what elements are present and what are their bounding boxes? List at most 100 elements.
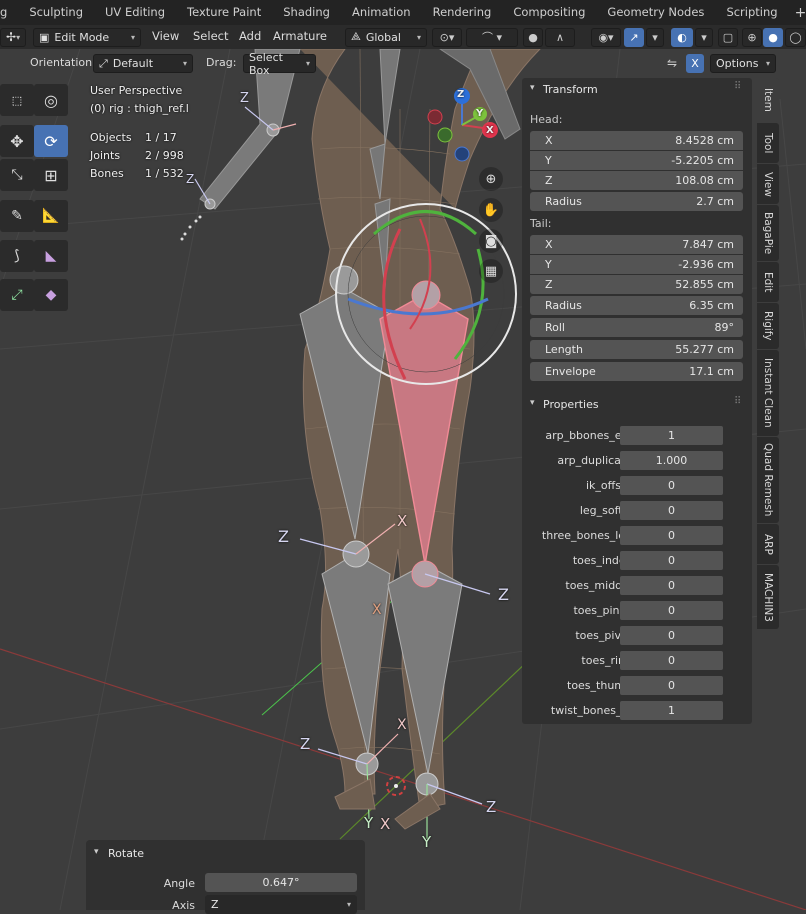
prop-value[interactable]: 0 [620,501,723,520]
menu-armature[interactable]: Armature [273,29,327,43]
prop-value[interactable]: 0 [620,676,723,695]
menu-select[interactable]: Select [193,29,228,43]
prop-value[interactable]: 1 [620,426,723,445]
rotate-panel-chevron-down-icon[interactable]: ▾ [94,847,99,857]
tail-x-field[interactable]: X 7.847 cm [530,235,743,254]
workspace-tab-rendering[interactable]: Rendering [422,0,503,25]
workspace-tab-compositing[interactable]: Compositing [502,0,596,25]
workspace-tab-layout[interactable]: g [0,0,18,25]
sidebar-tab-label: Edit [762,271,774,293]
tool-bone-size[interactable]: ◣ [34,240,68,272]
tool-rotate[interactable]: ⟳ [34,125,68,157]
axis-label-z-knee-right: Z [498,585,509,604]
sidebar-tab-machin3[interactable]: MACHIN3 [757,565,779,629]
prop-value[interactable]: 0 [620,601,723,620]
sidebar-tab-arp[interactable]: ARP [757,524,779,564]
tool-cursor[interactable]: ◎ [34,84,68,116]
prop-value[interactable]: 0 [620,576,723,595]
properties-drag-handle-icon[interactable]: ⠿ [734,396,741,407]
head-x-field[interactable]: X 8.4528 cm [530,131,743,150]
gizmo-dropdown-icon[interactable]: ▾ [646,27,664,47]
envelope-field[interactable]: Envelope 17.1 cm [530,362,743,381]
material-shading-icon[interactable]: ◯ [785,27,806,47]
tool-transform[interactable]: ⊞ [34,159,68,191]
prop-value[interactable]: 0 [620,476,723,495]
perspective-grid-icon[interactable]: ▦ [479,259,503,283]
orientation-selector[interactable]: ⤢ Default ▾ [93,54,193,73]
roll-field[interactable]: Roll 89° [530,318,743,337]
options-dropdown[interactable]: Options ▾ [710,54,776,73]
overlays-toggle-icon[interactable]: ◐ [671,27,693,47]
camera-view-icon[interactable]: ◙ [479,229,503,253]
proportional-edit-icon[interactable]: ● [523,27,543,47]
sidebar-tab-item[interactable]: Item [757,78,779,122]
pivot-point-icon[interactable]: ⊙▾ [432,27,462,47]
rotate-panel-title[interactable]: Rotate [108,847,144,860]
length-field[interactable]: Length 55.277 cm [530,340,743,359]
tail-y-field[interactable]: Y -2.936 cm [530,255,743,274]
visibility-icon[interactable]: ◉▾ [591,27,621,47]
transform-section-title[interactable]: Transform [543,83,598,96]
angle-field[interactable]: 0.647° [205,873,357,892]
mirror-icon[interactable]: ⇋ [667,56,677,70]
head-radius-field[interactable]: Radius 2.7 cm [530,192,743,211]
sidebar-tab-rigify[interactable]: Rigify [757,303,779,349]
menu-view[interactable]: View [152,29,179,43]
tool-move[interactable]: ✥ [0,125,34,157]
menu-add[interactable]: Add [239,29,261,43]
workspace-tab-geometry-nodes[interactable]: Geometry Nodes [596,0,715,25]
gizmo-toggle-icon[interactable]: ↗ [624,27,644,47]
tool-envelope[interactable]: ◆ [34,279,68,311]
tool-annotate[interactable]: ✎ [0,200,34,232]
prop-value[interactable]: 0 [620,551,723,570]
editor-type-selector[interactable]: ✢ ▾ [0,27,26,47]
sidebar-tab-bagapie[interactable]: BagaPie [757,205,779,261]
snap-icon[interactable]: ⌒ ▾ [466,27,518,47]
head-y-field[interactable]: Y -5.2205 cm [530,151,743,170]
falloff-icon[interactable]: ∧ [545,27,575,47]
xray-icon[interactable]: ▢ [718,27,738,47]
x-mirror-toggle[interactable]: X [686,54,704,73]
prop-value[interactable]: 1.000 [620,451,723,470]
solid-shading-icon[interactable]: ● [763,27,783,47]
workspace-tab-uv-editing[interactable]: UV Editing [94,0,176,25]
add-workspace-icon[interactable]: + [789,5,806,21]
tool-scale[interactable]: ⤡ [0,159,34,191]
workspace-tab-scripting[interactable]: Scripting [715,0,788,25]
workspace-tab-animation[interactable]: Animation [341,0,422,25]
prop-value[interactable]: 1 [620,701,723,720]
wireframe-shading-icon[interactable]: ⊕ [742,27,762,47]
tail-radius-field[interactable]: Radius 6.35 cm [530,296,743,315]
prop-row-twist-bones: twist_bones_... 1 [522,701,752,720]
roll-icon: ⟆ [14,248,20,264]
drag-handle-icon[interactable]: ⠿ [734,81,741,92]
zoom-icon[interactable]: ⊕ [479,167,503,191]
tool-select-box[interactable]: ⬚ [0,84,34,116]
sidebar-tab-edit[interactable]: Edit [757,262,779,302]
sidebar-tab-quad-remesh[interactable]: Quad Remesh [757,437,779,523]
workspace-tab-texture-paint[interactable]: Texture Paint [176,0,272,25]
sidebar-tab-view[interactable]: View [757,164,779,204]
pan-hand-icon[interactable]: ✋ [479,198,503,222]
tool-extrude[interactable]: ⤢ [0,279,34,311]
sidebar-tab-instant-clean[interactable]: Instant Clean [757,350,779,436]
tail-z-field[interactable]: Z 52.855 cm [530,275,743,294]
drag-selector[interactable]: Select Box ▾ [243,51,316,77]
workspace-tab-shading[interactable]: Shading [272,0,341,25]
prop-value[interactable]: 0 [620,626,723,645]
mode-selector[interactable]: ▣ Edit Mode ▾ [33,27,141,47]
overlays-dropdown-icon[interactable]: ▾ [695,27,713,47]
properties-section-title[interactable]: Properties [543,398,599,411]
prop-value[interactable]: 0 [620,651,723,670]
workspace-tab-sculpting[interactable]: Sculpting [18,0,94,25]
prop-value[interactable]: 0 [620,526,723,545]
chevron-down-icon[interactable]: ▾ [530,83,535,93]
head-z-field[interactable]: Z 108.08 cm [530,171,743,190]
properties-chevron-down-icon[interactable]: ▾ [530,398,535,408]
transform-orientation-selector[interactable]: ⟁ Global ▾ [345,27,427,47]
sidebar-tab-tool[interactable]: Tool [757,123,779,163]
axis-select[interactable]: Z ▾ [205,895,357,914]
tool-roll[interactable]: ⟆ [0,240,34,272]
envelope-value: 17.1 cm [689,365,734,378]
tool-measure[interactable]: 📐 [34,200,68,232]
